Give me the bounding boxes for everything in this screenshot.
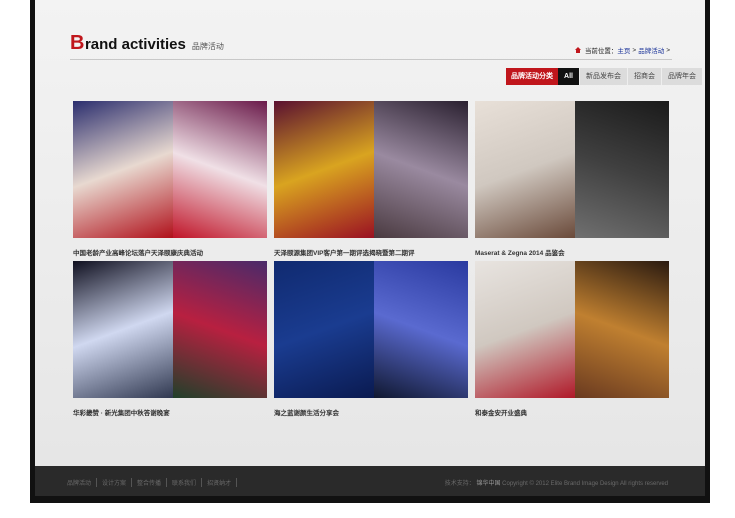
- event-photo[interactable]: [73, 261, 267, 398]
- home-icon: [574, 46, 582, 54]
- event-photo-right: [575, 101, 669, 238]
- tab-annual-meeting[interactable]: 品牌年会: [661, 68, 702, 85]
- footer-nav: 品牌活动 设计方案 整合传播 联系我们 招贤纳才: [62, 478, 238, 487]
- page-title: B rand activities 品牌活动: [70, 32, 224, 54]
- category-tabs: 品牌活动分类 All 新品发布会 招商会 品牌年会: [506, 68, 702, 85]
- tab-investment-meeting[interactable]: 招商会: [627, 68, 661, 85]
- breadcrumb-home-link[interactable]: 主页: [617, 45, 630, 55]
- breadcrumb: 当前位置： 主页 > 品牌活动 >: [574, 45, 672, 55]
- breadcrumb-separator: >: [632, 46, 637, 54]
- event-photo[interactable]: [274, 261, 468, 398]
- event-photo[interactable]: [73, 101, 267, 238]
- brand-title-first: B: [70, 32, 84, 54]
- footer-copyright-text: Copyright © 2012 Elite Brand Image Desig…: [502, 481, 668, 487]
- event-caption[interactable]: 和泰金安开业盛典: [475, 407, 669, 417]
- footer-link-design[interactable]: 设计方案: [97, 478, 133, 487]
- event-photo[interactable]: [475, 261, 669, 398]
- footer-design-name[interactable]: 锦华中国: [476, 481, 500, 487]
- breadcrumb-separator: >: [666, 46, 670, 54]
- event-caption[interactable]: 中国老龄产业高峰论坛落户天泽颐康庆典活动: [73, 247, 267, 257]
- tab-all[interactable]: All: [558, 68, 579, 85]
- event-photo-left: [73, 261, 173, 398]
- event-caption[interactable]: Maserat & Zegna 2014 品鉴会: [475, 247, 669, 257]
- gallery-item[interactable]: 天泽颐源集团VIP客户第一期评选揭晓暨第二期评: [274, 101, 468, 257]
- event-caption[interactable]: 华彩畿赞 · 新光集团中秋答谢晚宴: [73, 407, 267, 417]
- footer-copyright: 技术支持： 锦华中国 Copyright © 2012 Elite Brand …: [445, 478, 668, 487]
- event-photo-right: [374, 261, 468, 398]
- header-divider: [70, 59, 672, 60]
- tab-product-launch[interactable]: 新品发布会: [579, 68, 627, 85]
- breadcrumb-prefix: 当前位置：: [584, 48, 618, 55]
- event-photo[interactable]: [274, 101, 468, 238]
- brand-title-cn: 品牌活动: [191, 42, 224, 51]
- footer: 品牌活动 设计方案 整合传播 联系我们 招贤纳才 技术支持： 锦华中国 Copy…: [35, 466, 705, 496]
- gallery-item[interactable]: 华彩畿赞 · 新光集团中秋答谢晚宴: [73, 261, 267, 417]
- gallery-item[interactable]: 中国老龄产业高峰论坛落户天泽颐康庆典活动: [73, 101, 267, 257]
- event-photo-right: [173, 261, 267, 398]
- event-photo-left: [274, 101, 374, 238]
- event-photo-right: [374, 101, 468, 238]
- footer-link-brand-activities[interactable]: 品牌活动: [62, 478, 98, 487]
- gallery-item[interactable]: 海之蓝谢颜生活分享会: [274, 261, 468, 417]
- category-tabs-heading: 品牌活动分类: [506, 68, 559, 85]
- event-photo-right: [575, 261, 669, 398]
- brand-title-rest: rand activities: [84, 36, 186, 53]
- gallery-item[interactable]: Maserat & Zegna 2014 品鉴会: [475, 101, 669, 257]
- footer-design-label: 技术支持：: [444, 481, 475, 487]
- event-caption[interactable]: 海之蓝谢颜生活分享会: [274, 407, 468, 417]
- footer-link-careers[interactable]: 招贤纳才: [202, 478, 238, 487]
- footer-link-communication[interactable]: 整合传播: [132, 478, 168, 487]
- event-photo-left: [475, 261, 575, 398]
- event-caption[interactable]: 天泽颐源集团VIP客户第一期评选揭晓暨第二期评: [274, 247, 468, 257]
- event-photo-left: [274, 261, 374, 398]
- event-photo-right: [173, 101, 267, 238]
- event-photo-left: [475, 101, 575, 238]
- breadcrumb-current[interactable]: 品牌活动: [638, 45, 664, 55]
- gallery-item[interactable]: 和泰金安开业盛典: [475, 261, 669, 417]
- event-photo[interactable]: [475, 101, 669, 238]
- event-photo-left: [73, 101, 173, 238]
- footer-link-contact[interactable]: 联系我们: [167, 478, 203, 487]
